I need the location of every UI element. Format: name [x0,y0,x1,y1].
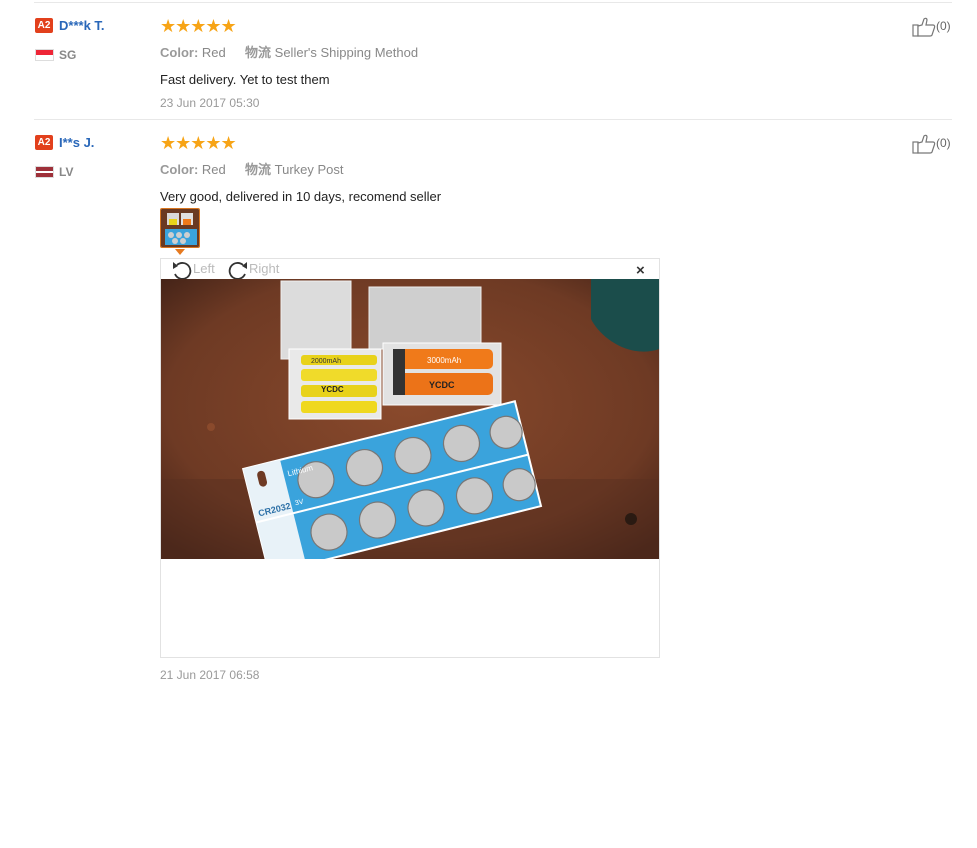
thumbnail-pointer [175,249,185,255]
photo-viewer: Left Right × 2000mAh YCDC 3000mAh YCDC L… [160,258,660,658]
helpful-button[interactable]: (0) [912,17,951,37]
review-text: Very good, delivered in 10 days, recomen… [160,189,442,204]
thumbs-up-icon [912,17,936,37]
thumbs-up-icon [912,134,936,154]
thumbnail-image [161,209,199,247]
country-flag-icon [35,165,54,178]
rotate-right-icon [228,261,247,280]
shipping-label: 物流 [245,162,272,177]
aa-brand-label: YCDC [321,385,344,394]
review-photo-thumbnail[interactable] [160,208,200,248]
rotate-right-button[interactable]: Right [227,259,280,280]
reviewer-name[interactable]: I**s J. [59,135,94,150]
reviewer-info: A2 D***k T. SG [35,17,155,62]
buyer-level-badge: A2 [35,18,53,34]
shipping-value: Seller's Shipping Method [274,45,419,60]
review-date: 21 Jun 2017 06:58 [160,668,260,682]
review-content: ★★★★★ Color: Red 物流 Seller's Shipping Me… [160,17,900,110]
rotate-left-button[interactable]: Left [171,259,215,280]
color-value: Red [201,45,226,60]
helpful-button[interactable]: (0) [912,134,951,154]
country-code: SG [59,47,77,62]
aa-capacity-label: 2000mAh [311,358,341,365]
star-rating: ★★★★★ [160,16,237,36]
star-rating: ★★★★★ [160,133,237,153]
review-divider [34,119,952,120]
orange-capacity-label: 3000mAh [427,356,461,365]
review-date: 23 Jun 2017 05:30 [160,96,260,110]
top-divider [34,2,952,3]
country-code: LV [59,164,74,179]
orange-brand-label: YCDC [429,380,455,390]
rotate-left-icon [173,261,192,280]
color-value: Red [201,162,226,177]
shipping-value: Turkey Post [274,162,344,177]
buyer-level-badge: A2 [35,135,53,151]
helpful-count: (0) [936,19,951,34]
color-label: Color: [160,162,199,177]
review-text: Fast delivery. Yet to test them [160,72,330,87]
review-content: ★★★★★ Color: Red 物流 Turkey Post Very goo… [160,134,900,204]
rotate-right-label: Right [249,261,280,276]
close-viewer-button[interactable]: × [636,262,645,279]
reviewer-name[interactable]: D***k T. [59,18,105,33]
order-info: Color: Red 物流 Turkey Post [160,159,900,178]
shipping-label: 物流 [245,45,272,60]
reviewer-info: A2 I**s J. LV [35,134,155,179]
color-label: Color: [160,45,199,60]
review-photo: 2000mAh YCDC 3000mAh YCDC Lithium CR2032… [161,279,659,559]
order-info: Color: Red 物流 Seller's Shipping Method [160,42,900,61]
country-flag-icon [35,48,54,61]
rotate-left-label: Left [193,261,215,276]
helpful-count: (0) [936,136,951,151]
